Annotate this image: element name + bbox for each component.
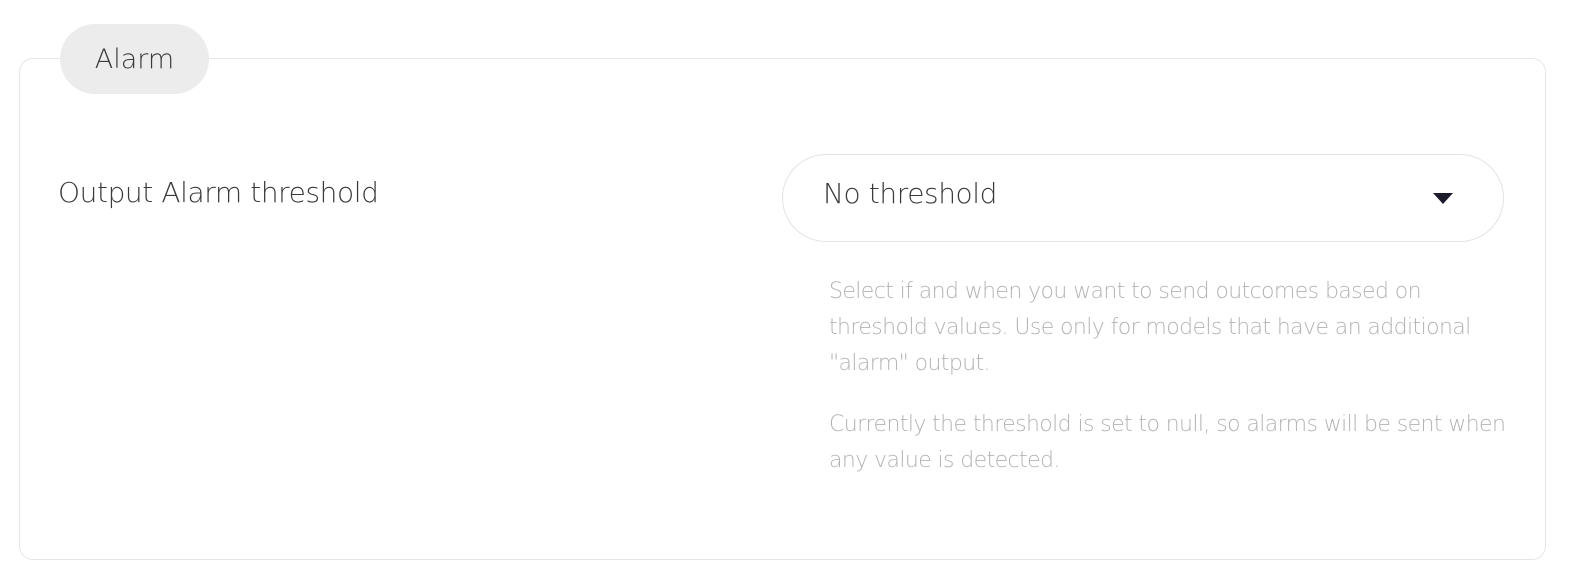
section-legend-label: Alarm: [94, 43, 175, 75]
alarm-threshold-select[interactable]: No threshold: [782, 154, 1504, 242]
section-legend: Alarm: [60, 24, 209, 94]
select-value: No threshold: [823, 177, 998, 210]
help-text-threshold: Select if and when you want to send outc…: [829, 279, 1471, 376]
output-alarm-threshold-label: Output Alarm threshold: [58, 176, 379, 209]
help-text-null-threshold: Currently the threshold is set to null, …: [829, 412, 1506, 473]
caret-down-icon: [1433, 193, 1453, 204]
